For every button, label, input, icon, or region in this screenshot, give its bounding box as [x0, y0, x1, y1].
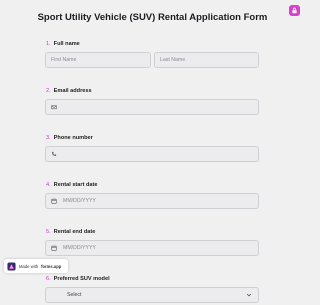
question-number: 2.	[46, 88, 51, 94]
question-email: 2. Email address	[46, 88, 92, 94]
question-label: Email address	[53, 88, 92, 94]
last-name-input[interactable]: Last Name	[154, 52, 259, 68]
date-placeholder: MM/DD/YYYY	[63, 198, 96, 204]
question-label: Rental start date	[53, 182, 98, 188]
phone-icon	[52, 151, 57, 156]
rental-end-date-input[interactable]: MM/DD/YYYY	[45, 240, 259, 256]
question-number: 1.	[46, 41, 51, 47]
question-phone: 3. Phone number	[46, 135, 93, 141]
question-label: Phone number	[53, 135, 93, 141]
calendar-icon	[51, 198, 57, 204]
question-full-name: 1. Full name	[46, 41, 80, 47]
chevron-down-icon	[246, 293, 252, 297]
question-rental-start: 4. Rental start date	[46, 182, 98, 188]
question-label: Full name	[53, 41, 80, 47]
question-number: 5.	[46, 229, 51, 235]
forms-app-logo-icon	[7, 261, 16, 271]
email-input[interactable]	[45, 99, 259, 115]
select-value: Select	[67, 292, 82, 298]
made-with-badge[interactable]: Made with forms.app	[4, 259, 68, 273]
first-name-input[interactable]: First Name	[45, 52, 151, 68]
date-placeholder: MM/DD/YYYY	[63, 245, 96, 251]
form-title: Sport Utility Vehicle (SUV) Rental Appli…	[37, 12, 268, 23]
question-number: 4.	[46, 182, 51, 188]
lock-icon	[292, 7, 297, 14]
phone-input[interactable]	[45, 146, 259, 162]
corner-lock-button[interactable]	[289, 5, 300, 16]
form-page: Sport Utility Vehicle (SUV) Rental Appli…	[0, 0, 305, 305]
question-rental-end: 5. Rental end date	[46, 229, 95, 235]
last-name-placeholder: Last Name	[160, 57, 186, 63]
mail-icon	[51, 105, 57, 110]
rental-start-date-input[interactable]: MM/DD/YYYY	[45, 193, 259, 209]
question-label: Preferred SUV model	[53, 276, 110, 282]
suv-model-select[interactable]: Select	[45, 287, 259, 303]
badge-prefix: Made with	[19, 263, 39, 269]
question-number: 6.	[46, 276, 51, 282]
badge-brand: forms.app	[41, 263, 62, 269]
first-name-placeholder: First Name	[51, 57, 77, 63]
calendar-icon	[51, 245, 57, 251]
question-suv-model: 6. Preferred SUV model	[46, 276, 110, 282]
question-label: Rental end date	[53, 229, 96, 235]
question-number: 3.	[46, 135, 51, 141]
